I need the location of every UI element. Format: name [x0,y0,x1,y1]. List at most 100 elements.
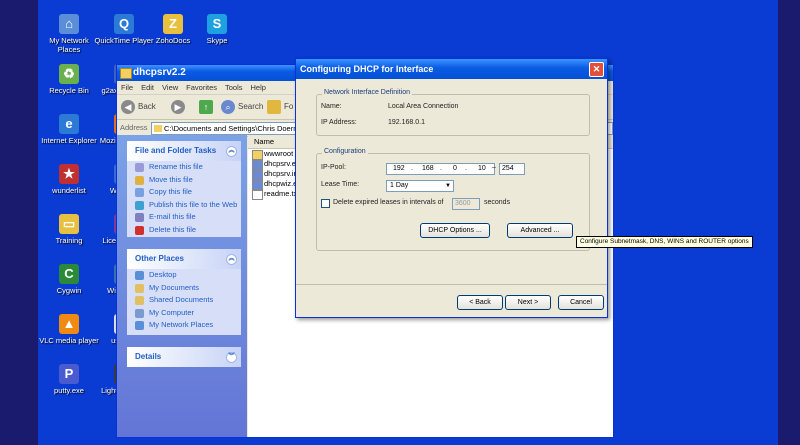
expand-chevron-icon[interactable]: ︾ [226,352,237,363]
interface-definition-group: Network Interface Definition Name: Local… [316,89,590,136]
other-places-panel: Other Places ︽ Desktop My Documents Shared … [127,249,241,335]
desktop-icon[interactable]: ★ wunderlist [38,164,100,195]
search-button[interactable]: ⌕ Search [221,98,263,116]
task-link[interactable]: My Computer [127,307,241,320]
desktop-icon[interactable]: C Cygwin [38,264,100,295]
delete-leases-label: Delete expired leases in intervals of [333,199,444,206]
details-header[interactable]: Details ︾ [127,347,241,367]
desktop-icon-label: Internet Explorer [41,136,97,145]
cancel-button[interactable]: Cancel [558,295,604,310]
task-link[interactable]: E-mail this file [127,211,241,224]
desktop-icon[interactable]: Pputty.exe [38,364,100,395]
back-button[interactable]: ◀ Back [121,98,156,116]
delete-leases-checkbox[interactable] [321,199,330,208]
other-places-header[interactable]: Other Places ︽ [127,249,241,269]
task-link[interactable]: Publish this file to the Web [127,199,241,212]
app-icon: Q [114,14,134,34]
forward-button[interactable]: ▶ [171,98,188,116]
desktop-icon[interactable]: ⌂ My Network Places [38,14,100,54]
task-link[interactable]: Desktop [127,269,241,282]
desktop-icon-label: ZohoDocs [155,36,191,45]
task-icon [135,175,144,185]
collapse-chevron-icon[interactable]: ︽ [226,254,237,265]
desktop-icon-label: wunderlist [52,186,86,195]
seconds-label: seconds [484,199,511,206]
up-folder-icon: ↑ [199,99,213,114]
delete-interval-input[interactable]: 3600 [452,198,480,210]
task-icon [135,188,144,197]
desktop-icon-label: VLC media player [39,336,99,345]
task-link[interactable]: Delete this file [127,224,241,237]
ip-pool-start-input[interactable]: 192 . 168 . 0 . 10 [386,163,495,175]
desktop-icon[interactable]: S Skype [186,14,248,45]
dhcp-options-button[interactable]: DHCP Options ... [420,223,490,238]
task-icon [135,163,144,172]
dhcp-config-dialog: Configuring DHCP for Interface ✕ Network… [295,58,608,318]
advanced-button[interactable]: Advanced ... [507,223,573,238]
folder-icon [154,125,162,132]
desktop-icon-label: Training [55,236,83,245]
ip-pool-dash: – [492,164,496,171]
folders-icon [267,99,281,114]
app-icon: ♻ [59,64,79,84]
app-icon: C [59,264,79,284]
back-button[interactable]: < Back [457,295,503,310]
task-pane: File and Folder Tasks ︽ Rename this file M… [117,135,247,437]
configuration-legend: Configuration [322,148,368,155]
file-folder-tasks-header[interactable]: File and Folder Tasks ︽ [127,141,241,161]
task-link[interactable]: My Documents [127,282,241,295]
desktop-icon-label: Skype [206,36,228,45]
desktop-icon[interactable]: ▲ VLC media player [38,314,100,345]
task-link[interactable]: My Network Places [127,319,241,332]
forward-arrow-icon: ▶ [171,99,185,114]
menu-item[interactable]: Help [251,83,266,92]
desktop-icon-label: Cygwin [56,286,82,295]
app-icon: ★ [59,164,79,184]
task-icon [135,283,144,293]
task-icon [135,200,144,210]
name-label: Name: [321,103,342,110]
menu-item[interactable]: Edit [141,83,154,92]
menu-item[interactable]: File [121,83,133,92]
task-link[interactable]: Move this file [127,174,241,187]
task-link[interactable]: Shared Documents [127,294,241,307]
lease-time-label: Lease Time: [321,181,360,188]
app-icon: P [59,364,79,384]
ip-address-label: IP Address: [321,119,357,126]
task-icon [135,296,144,305]
dialog-titlebar[interactable]: Configuring DHCP for Interface ✕ [296,59,607,79]
collapse-chevron-icon[interactable]: ︽ [226,146,237,157]
task-icon [135,308,144,318]
desktop-icon[interactable]: ♻ Recycle Bin [38,64,100,95]
ip-pool-end-input[interactable]: 254 [499,163,525,175]
task-icon [135,213,144,222]
dropdown-arrow-icon: ▼ [445,183,451,189]
task-link[interactable]: Copy this file [127,186,241,199]
close-icon[interactable]: ✕ [589,62,604,77]
app-icon: Z [163,14,183,34]
next-button[interactable]: Next > [505,295,551,310]
folders-button[interactable]: Fo [267,98,293,116]
lease-time-select[interactable]: 1 Day ▼ [386,180,454,192]
search-icon: ⌕ [221,99,235,114]
app-icon: ⌂ [59,14,79,34]
desktop-icon[interactable]: ▭ Training [38,214,100,245]
task-link[interactable]: Rename this file [127,161,241,174]
app-icon: S [207,14,227,34]
advanced-tooltip: Configure Subnetmask, DNS, WINS and ROUT… [576,236,753,248]
configuration-group: Configuration IP-Pool: 192 . 168 . 0 . 1… [316,148,590,251]
menu-item[interactable]: Tools [225,83,243,92]
folder-icon [120,68,132,79]
menu-item[interactable]: View [162,83,178,92]
task-icon [135,271,144,280]
task-icon [135,321,144,330]
dialog-title: Configuring DHCP for Interface [300,64,434,74]
menu-item[interactable]: Favorites [186,83,217,92]
back-arrow-icon: ◀ [121,99,135,114]
desktop-icon-label: My Network Places [49,36,89,54]
file-folder-tasks-panel: File and Folder Tasks ︽ Rename this file M… [127,141,241,237]
interface-name-value: Local Area Connection [388,103,459,110]
desktop-icon[interactable]: e Internet Explorer [38,114,100,145]
desktop-icon-label: Recycle Bin [49,86,89,95]
up-folder-button[interactable]: ↑ [199,98,216,116]
